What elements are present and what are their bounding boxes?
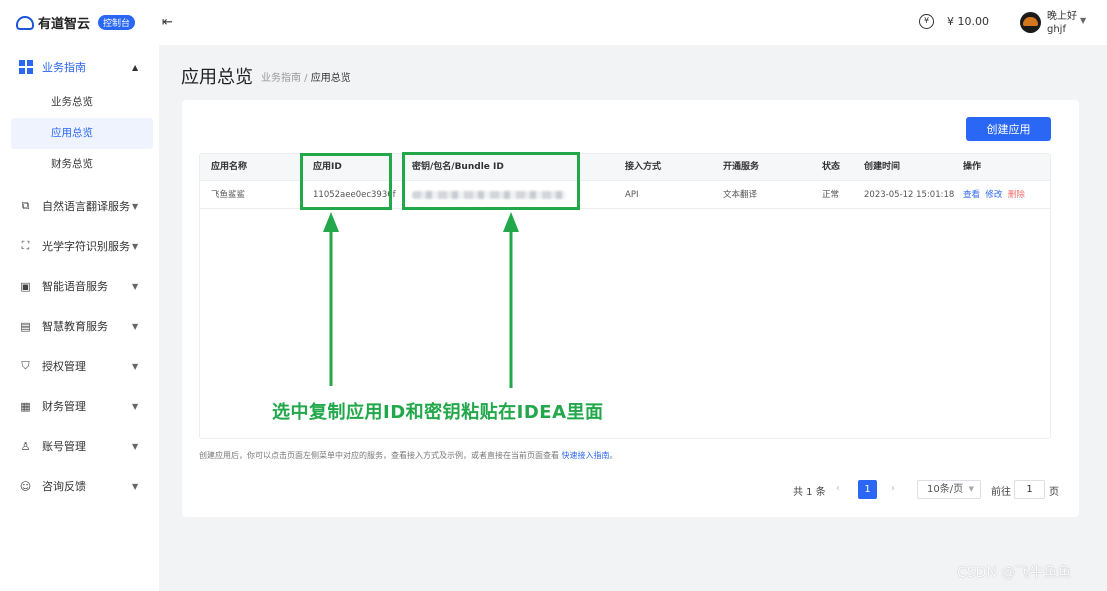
chat-icon: ☺ <box>19 479 32 493</box>
greeting-text: 晚上好 <box>1047 11 1077 22</box>
sidebar-item-label: 光学字符识别服务 <box>42 240 130 253</box>
brand-name: 有道智云 <box>38 17 91 32</box>
sidebar-item-label: 智能语音服务 <box>42 280 108 293</box>
view-link[interactable]: 查看 <box>963 190 980 200</box>
chevron-down-icon: ▼ <box>132 441 139 451</box>
translate-icon: ⧉ <box>21 199 30 212</box>
breadcrumb-separator: / <box>301 73 311 84</box>
sidebar-subitem-app-overview[interactable]: 应用总览 <box>11 118 153 149</box>
sidebar-item-business-guide[interactable]: 业务指南 ▲ <box>0 47 159 87</box>
page-suffix-label: 页 <box>1049 487 1059 498</box>
highlight-box-app-id <box>300 153 392 210</box>
account-balance[interactable]: ¥ 10.00 <box>947 15 989 28</box>
sidebar-item-label: 账号管理 <box>42 440 86 453</box>
cell-app-name: 飞鱼鲨鲨 <box>211 190 246 200</box>
page-number-current[interactable]: 1 <box>858 480 877 499</box>
chevron-down-icon: ▼ <box>132 481 139 491</box>
page-size-select[interactable]: 10条/页 ▼ <box>917 480 981 499</box>
column-header: 开通服务 <box>723 162 760 172</box>
chevron-left-icon[interactable]: ‹ <box>836 483 840 494</box>
cloud-logo-icon <box>16 15 34 30</box>
main-content: 应用总览 业务指南 / 应用总览 创建应用 应用名称 应用ID 密钥/包名/Bu… <box>159 45 1107 591</box>
sidebar-item-authorization[interactable]: ⛉ 授权管理 ▼ <box>0 346 159 386</box>
pagination-total: 共 1 条 <box>793 486 826 498</box>
breadcrumb: 业务指南 / 应用总览 <box>261 69 351 84</box>
quick-guide-link[interactable]: 快速接入指南 <box>562 451 610 460</box>
avatar[interactable] <box>1020 12 1041 33</box>
cell-status: 正常 <box>822 190 840 200</box>
column-header: 操作 <box>963 162 982 172</box>
chevron-up-icon: ▲ <box>132 62 139 72</box>
create-app-button[interactable]: 创建应用 <box>966 117 1051 141</box>
goto-page-input[interactable]: 1 <box>1014 480 1045 499</box>
menu-fold-icon[interactable]: ⇤ <box>162 15 173 30</box>
sidebar-item-label: 咨询反馈 <box>42 480 86 493</box>
finance-icon: ▦ <box>20 399 31 413</box>
column-header: 接入方式 <box>625 162 662 172</box>
sidebar-item-finance[interactable]: ▦ 财务管理 ▼ <box>0 386 159 426</box>
goto-label: 前往 <box>991 487 1011 498</box>
arrow-up-icon <box>503 212 519 388</box>
annotation-text: 选中复制应用ID和密钥粘贴在IDEA里面 <box>272 402 604 423</box>
arrow-up-icon <box>323 212 339 386</box>
chevron-down-icon: ▼ <box>968 485 974 493</box>
page-title: 应用总览 <box>181 67 253 88</box>
column-header: 状态 <box>822 162 841 172</box>
sidebar-item-account[interactable]: ♙ 账号管理 ▼ <box>0 426 159 466</box>
highlight-box-secret <box>402 152 580 210</box>
cell-created-time: 2023-05-12 15:01:18 <box>864 190 955 200</box>
chevron-right-icon[interactable]: › <box>891 483 895 494</box>
edit-link[interactable]: 修改 <box>985 190 1002 200</box>
help-footnote: 创建应用后，你可以点击页面左侧菜单中对应的服务，查看接入方式及示例，或者直接在当… <box>199 450 618 461</box>
shield-icon: ⛉ <box>21 359 30 372</box>
chevron-down-icon: ▼ <box>132 361 139 371</box>
user-icon: ♙ <box>20 439 31 453</box>
cell-access-method: API <box>625 190 639 200</box>
delete-link[interactable]: 删除 <box>1008 190 1025 200</box>
cell-service: 文本翻译 <box>723 190 758 200</box>
sidebar-item-ocr[interactable]: ⛶ 光学字符识别服务 ▼ <box>0 226 159 266</box>
sidebar-subitem-finance-overview[interactable]: 财务总览 <box>11 149 153 180</box>
page-size-value: 10条/页 <box>927 484 964 495</box>
column-header: 创建时间 <box>864 162 901 172</box>
breadcrumb-parent[interactable]: 业务指南 <box>261 73 301 84</box>
sidebar-item-label: 授权管理 <box>42 360 86 373</box>
sidebar-item-feedback[interactable]: ☺ 咨询反馈 ▼ <box>0 466 159 506</box>
cell-actions: 查看 修改 删除 <box>963 181 1025 209</box>
footnote-text: 创建应用后，你可以点击页面左侧菜单中对应的服务，查看接入方式及示例，或者直接在当… <box>199 451 562 460</box>
sidebar-item-education[interactable]: ▤ 智慧教育服务 ▼ <box>0 306 159 346</box>
chevron-down-icon: ▼ <box>132 201 139 211</box>
education-icon: ▤ <box>20 319 31 333</box>
console-badge: 控制台 <box>98 15 136 30</box>
chevron-down-icon: ▼ <box>132 281 139 291</box>
voice-icon: ▣ <box>20 279 31 293</box>
sidebar-subitem-business-overview[interactable]: 业务总览 <box>11 87 153 118</box>
wallet-icon[interactable]: ¥ <box>919 14 934 29</box>
brand-logo[interactable]: 有道智云 控制台 <box>16 13 136 32</box>
column-header: 应用名称 <box>211 162 248 172</box>
sidebar-item-label: 智慧教育服务 <box>42 320 108 333</box>
footnote-end: 。 <box>609 451 618 460</box>
chevron-down-icon[interactable]: ▼ <box>1080 16 1086 25</box>
sidebar-item-voice[interactable]: ▣ 智能语音服务 ▼ <box>0 266 159 306</box>
top-bar: 有道智云 控制台 ⇤ ¥ ¥ 10.00 晚上好 ghjf ▼ <box>0 0 1107 45</box>
username-text: ghjf <box>1047 24 1066 35</box>
watermark: CSDN @飞牛鱼鱼 <box>957 565 1072 581</box>
scan-icon: ⛶ <box>21 239 30 252</box>
breadcrumb-current: 应用总览 <box>310 73 351 84</box>
sidebar: 业务指南 ▲ 业务总览 应用总览 财务总览 ⧉ 自然语言翻译服务 ▼ ⛶ 光学字… <box>0 45 159 591</box>
sidebar-item-label: 业务指南 <box>42 61 86 74</box>
dashboard-icon <box>18 60 33 74</box>
sidebar-item-label: 财务管理 <box>42 400 86 413</box>
sidebar-item-label: 自然语言翻译服务 <box>42 200 130 213</box>
chevron-down-icon: ▼ <box>132 321 139 331</box>
chevron-down-icon: ▼ <box>132 401 139 411</box>
user-info[interactable]: 晚上好 ghjf <box>1047 10 1077 36</box>
chevron-down-icon: ▼ <box>132 241 139 251</box>
sidebar-item-nlp-translation[interactable]: ⧉ 自然语言翻译服务 ▼ <box>0 186 159 226</box>
